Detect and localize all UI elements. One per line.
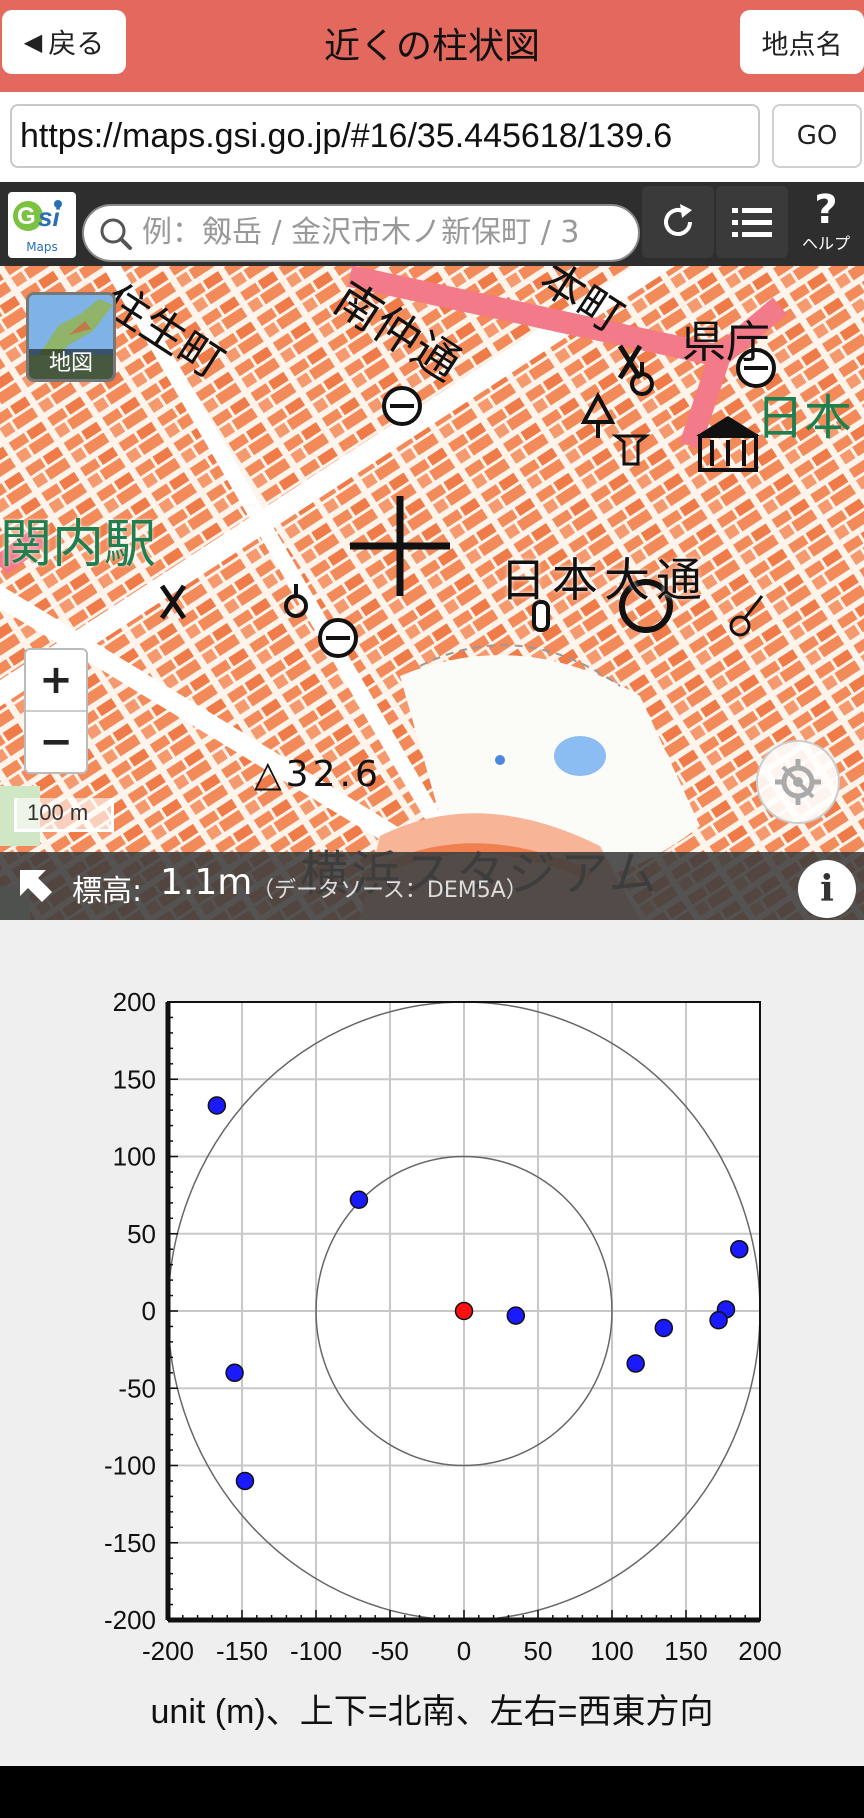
menu-button[interactable]: [716, 186, 788, 258]
plus-icon: +: [39, 657, 73, 703]
locate-target-icon: [775, 759, 821, 805]
map-label-nihon-odori: 日本大通: [500, 553, 708, 607]
y-tick-label: -150: [104, 1528, 156, 1558]
chart-panel: -200 -150 -100 -50 0 50 100 150 200 -200 -150 -100-…: [0, 920, 864, 1766]
elevation-source: （データソース：DEM5A）: [252, 878, 528, 903]
back-button[interactable]: ◀ 戻る: [2, 10, 126, 74]
zoom-out-button[interactable]: −: [26, 712, 86, 772]
y-tick-label: -200: [104, 1605, 156, 1635]
zoom-in-button[interactable]: +: [26, 650, 86, 712]
y-tick-label: -100: [104, 1451, 156, 1481]
data-point: [709, 1311, 728, 1330]
refresh-icon: [664, 204, 692, 236]
back-triangle-icon: ◀: [23, 28, 43, 56]
svg-text:G: G: [17, 203, 36, 230]
x-tick-label: 50: [524, 1636, 553, 1666]
map-label-elevation-point: △32.6: [254, 754, 382, 795]
gsi-logo-icon: G si: [13, 200, 62, 232]
info-button[interactable]: i: [798, 860, 856, 918]
data-point: [454, 1301, 474, 1321]
header-bar: ◀ 戻る 近くの柱状図 地点名: [0, 0, 864, 92]
expand-arrow-icon[interactable]: [16, 866, 56, 906]
x-tick-label: -150: [216, 1636, 268, 1666]
y-tick-label: 0: [142, 1296, 156, 1326]
search-icon: [100, 218, 132, 250]
data-point: [506, 1306, 526, 1325]
current-location-button[interactable]: [756, 740, 840, 824]
refresh-button[interactable]: [642, 186, 714, 258]
x-tick-label: 200: [738, 1636, 781, 1666]
elevation-value: 1.1m: [160, 862, 253, 903]
y-tick-label: 100: [113, 1142, 156, 1172]
place-name-button[interactable]: 地点名: [740, 10, 864, 74]
data-point: [349, 1190, 369, 1210]
info-icon: i: [820, 868, 834, 910]
data-point: [235, 1471, 255, 1491]
chart-xlabel: unit (m)、上下=北南、左右=西東方向: [150, 1693, 714, 1731]
map-label-nihon: 日本: [756, 390, 853, 446]
url-text: https://maps.gsi.go.jp/#16/35.445618/139…: [20, 117, 673, 155]
page-title: 近くの柱状図: [323, 26, 540, 67]
minus-icon: −: [39, 719, 73, 765]
boring-location-scatter-chart: -200 -150 -100 -50 0 50 100 150 200-200-150-100-…: [104, 987, 782, 1666]
list-menu-icon: [732, 208, 772, 237]
y-tick-label: 150: [113, 1064, 156, 1094]
japan-map-thumbnail-icon: [29, 295, 113, 355]
x-tick-label: 100: [590, 1636, 633, 1666]
url-input[interactable]: https://maps.gsi.go.jp/#16/35.445618/139…: [10, 104, 760, 168]
data-point: [207, 1096, 227, 1115]
map-toolbar: G si Maps 例：剱岳 / 金沢市木ノ新保町 / 3 ? ヘルプ: [0, 182, 864, 266]
x-tick-label: -100: [290, 1636, 342, 1666]
help-label: ヘルプ: [801, 234, 850, 253]
x-tick-label: 0: [457, 1636, 471, 1666]
scale-bar: 100 m: [14, 798, 114, 832]
data-point: [730, 1239, 749, 1259]
x-tick-label: -200: [142, 1636, 194, 1666]
url-bar: https://maps.gsi.go.jp/#16/35.445618/139…: [0, 92, 864, 182]
data-point: [654, 1318, 674, 1338]
map-view[interactable]: 南仲通 本町 住生町 県庁 日本 関内駅 日本大通 △32.6 横浜スタジアム …: [0, 266, 864, 920]
map-label-kencho: 県庁: [682, 317, 770, 368]
logo-text: Maps: [26, 240, 58, 254]
go-button[interactable]: GO: [772, 104, 862, 168]
data-point: [225, 1363, 244, 1383]
x-tick-label: 150: [664, 1636, 707, 1666]
scale-label: 100 m: [27, 800, 89, 825]
search-input[interactable]: 例：剱岳 / 金沢市木ノ新保町 / 3: [142, 206, 632, 260]
layer-button-label: 地図: [29, 349, 113, 379]
map-label-kannai-station: 関内駅: [0, 515, 157, 575]
y-tick-label: -50: [118, 1373, 156, 1403]
layer-button[interactable]: 地図: [26, 292, 116, 382]
elevation-bar: 標高: 1.1m （データソース：DEM5A） i: [0, 852, 864, 920]
data-point: [626, 1354, 645, 1373]
gsi-logo[interactable]: G si Maps: [8, 192, 76, 258]
search-box[interactable]: 例：剱岳 / 金沢市木ノ新保町 / 3: [82, 204, 640, 262]
back-button-label: 戻る: [48, 27, 105, 60]
help-button[interactable]: ? ヘルプ: [790, 186, 862, 258]
y-tick-label: 200: [113, 987, 156, 1017]
y-tick-label: 50: [127, 1219, 156, 1249]
x-tick-label: -50: [371, 1636, 409, 1666]
zoom-control: + −: [24, 648, 88, 774]
elevation-label: 標高:: [72, 874, 143, 909]
help-question-icon: ?: [814, 187, 838, 233]
